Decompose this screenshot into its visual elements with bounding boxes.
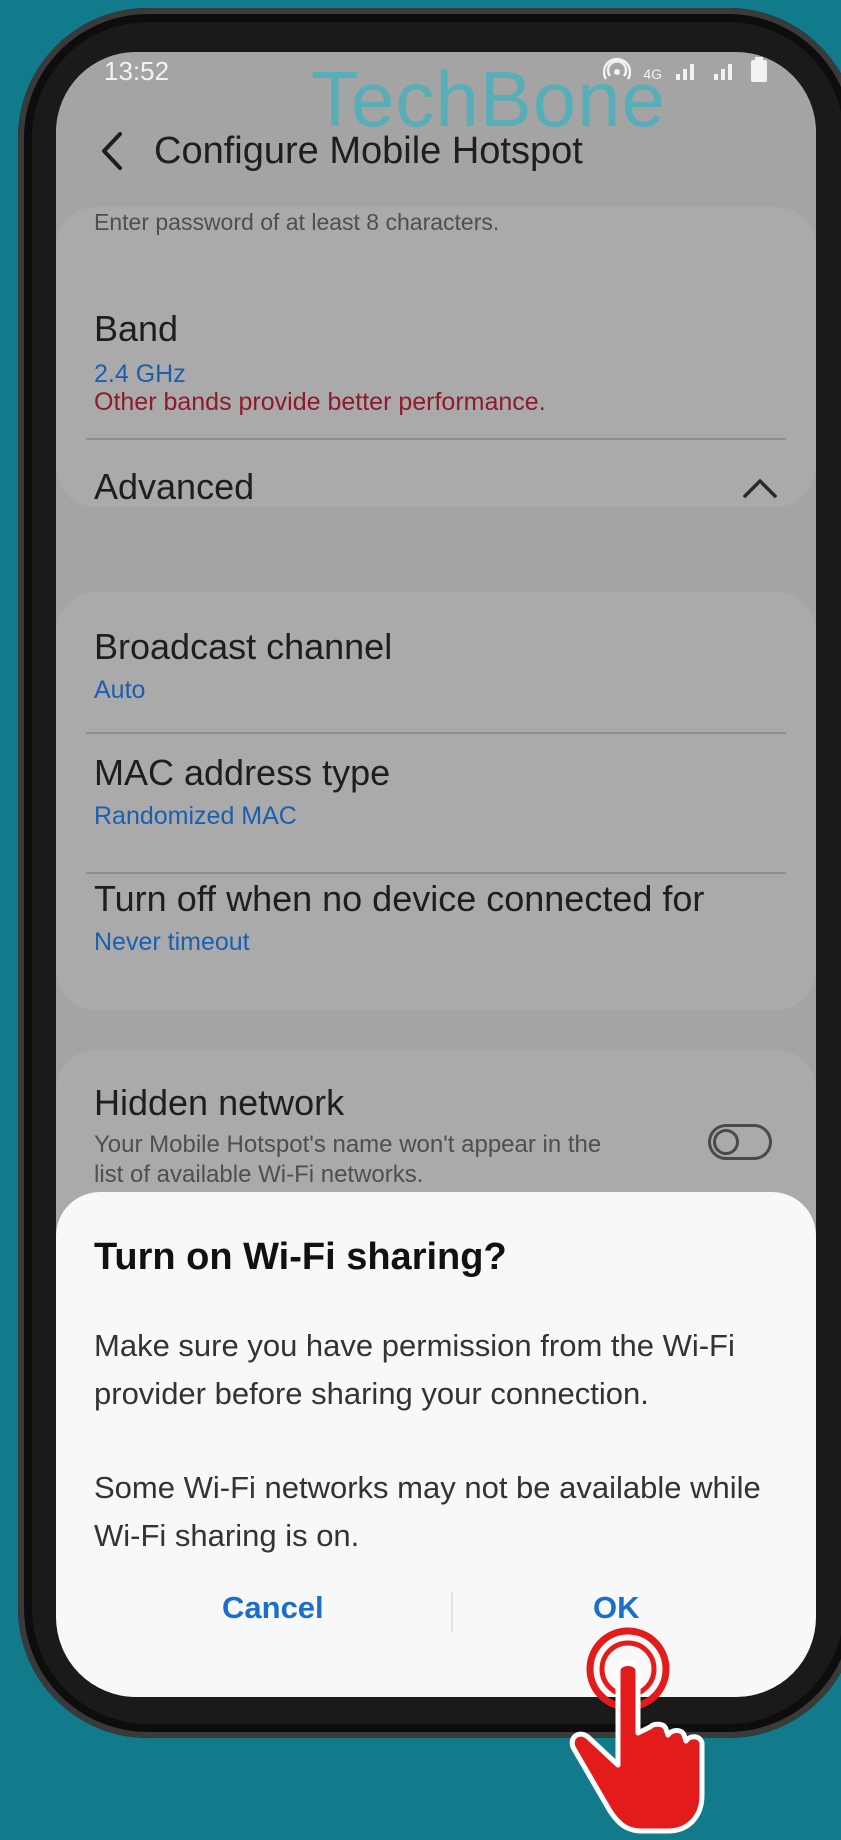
- phone-screen: 13:52 4G TechBone Configure Mobile Hotsp…: [56, 52, 816, 1697]
- cancel-button[interactable]: Cancel: [222, 1590, 324, 1626]
- battery-icon: [750, 57, 768, 90]
- toggle-knob: [713, 1129, 739, 1155]
- hidden-network-description: Your Mobile Hotspot's name won't appear …: [94, 1131, 602, 1188]
- settings-row-title: Broadcast channel: [94, 626, 393, 667]
- ok-button[interactable]: OK: [593, 1590, 640, 1626]
- dialog-title: Turn on Wi-Fi sharing?: [94, 1236, 507, 1278]
- password-hint: Enter password of at least 8 characters.: [94, 209, 500, 235]
- signal-icon: [674, 58, 700, 89]
- hidden-network-row[interactable]: Hidden network Your Mobile Hotspot's nam…: [56, 1062, 816, 1192]
- settings-row-value: Randomized MAC: [94, 802, 297, 830]
- settings-row-value: Never timeout: [94, 928, 250, 956]
- divider: [86, 872, 786, 874]
- hidden-network-title: Hidden network: [94, 1082, 345, 1123]
- settings-row-title: Turn off when no device connected for: [94, 878, 705, 919]
- band-title: Band: [94, 308, 179, 349]
- app-header: Configure Mobile Hotspot: [56, 112, 816, 196]
- divider: [86, 438, 786, 440]
- dialog-body-text: Some Wi-Fi networks may not be available…: [94, 1470, 761, 1553]
- band-value: 2.4 GHz: [94, 360, 186, 388]
- settings-row-title: MAC address type: [94, 752, 391, 793]
- button-divider: [451, 1592, 453, 1632]
- advanced-title: Advanced: [94, 466, 255, 507]
- hidden-network-toggle[interactable]: [708, 1124, 772, 1160]
- tap-pointer-hand-icon: [560, 1625, 730, 1835]
- back-arrow-icon[interactable]: [94, 126, 134, 176]
- settings-row-value: Auto: [94, 676, 146, 704]
- page-title: Configure Mobile Hotspot: [154, 130, 583, 172]
- divider: [86, 732, 786, 734]
- settings-row-mac-address-type[interactable]: MAC address type Randomized MAC: [56, 738, 816, 858]
- dialog-body-text: Make sure you have permission from the W…: [94, 1328, 735, 1411]
- band-warning: Other bands provide better performance.: [94, 388, 546, 416]
- settings-row-turn-off-timeout[interactable]: Turn off when no device connected for Ne…: [56, 878, 816, 998]
- band-setting[interactable]: Band 2.4 GHz Other bands provide better …: [56, 282, 816, 432]
- signal-icon: [712, 58, 738, 89]
- chevron-up-icon[interactable]: [742, 476, 778, 500]
- settings-row-broadcast-channel[interactable]: Broadcast channel Auto: [56, 612, 816, 732]
- advanced-section-header[interactable]: Advanced: [56, 444, 816, 534]
- status-time: 13:52: [104, 56, 170, 86]
- wifi-sharing-dialog: Turn on Wi-Fi sharing? Make sure you hav…: [56, 1192, 816, 1697]
